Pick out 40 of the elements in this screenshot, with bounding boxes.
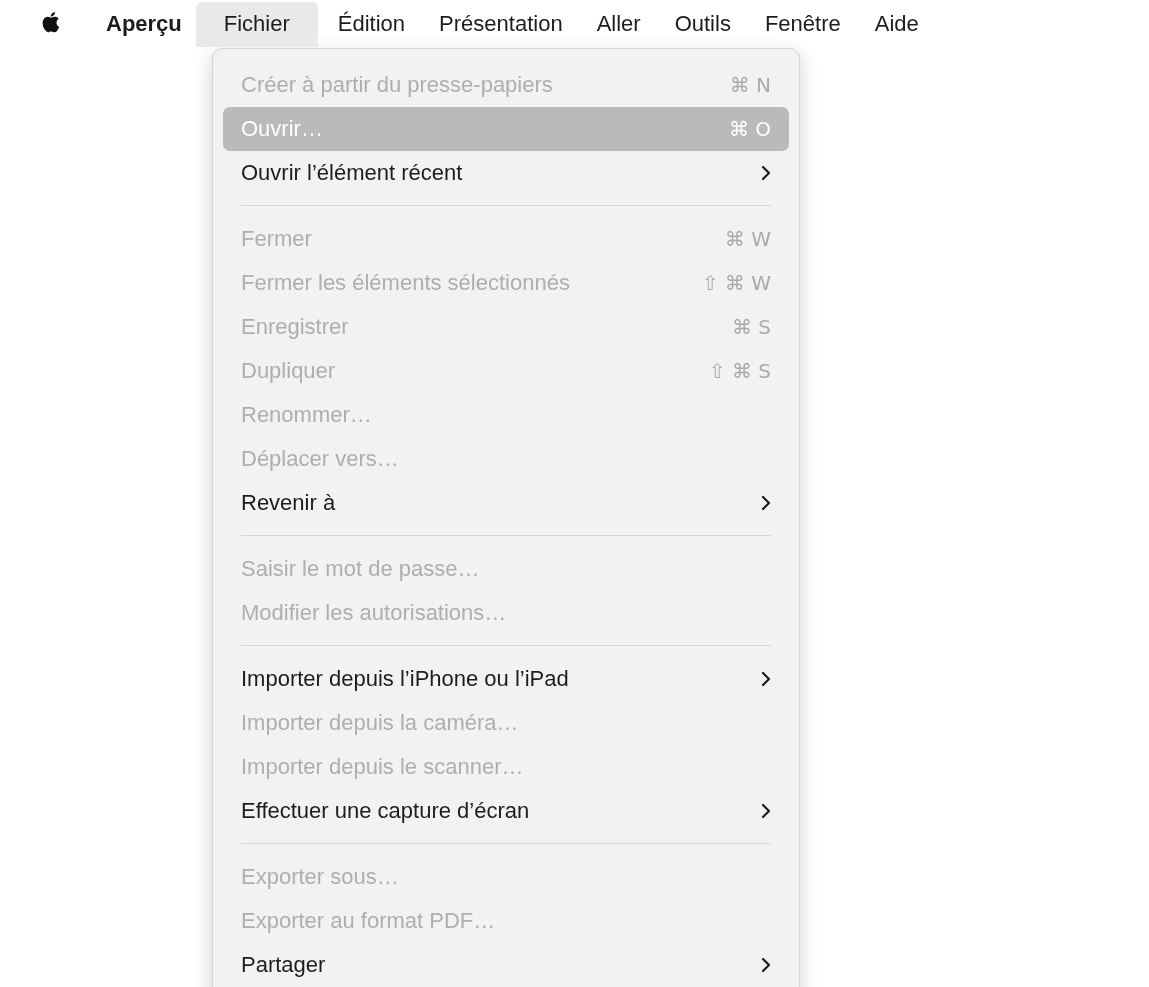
- menu-item-label: Enregistrer: [241, 314, 350, 340]
- menu-bar-item[interactable]: Fichier: [195, 1, 318, 47]
- menu-item[interactable]: Importer depuis l’iPhone ou l’iPad: [223, 657, 789, 701]
- keyboard-shortcut: ⌘ O: [728, 117, 771, 141]
- menu-item-label: Partager: [241, 952, 327, 978]
- menu-bar-item[interactable]: Outils: [660, 1, 745, 47]
- menu-bar-item[interactable]: Aller: [582, 1, 655, 47]
- menu-item-label: Importer depuis le scanner…: [241, 754, 525, 780]
- menu-item-label: Revenir à: [241, 490, 337, 516]
- menu-item-label: Dupliquer: [241, 358, 337, 384]
- keyboard-shortcut: ⇧ ⌘ S: [708, 359, 771, 383]
- menu-item[interactable]: Ouvrir l’élément récent: [223, 151, 789, 195]
- menu-bar-item[interactable]: Édition: [323, 1, 420, 47]
- menu-item-label: Créer à partir du presse-papiers: [241, 72, 554, 98]
- menu-item[interactable]: Partager: [223, 943, 789, 987]
- menu-item[interactable]: Effectuer une capture d’écran: [223, 789, 789, 833]
- menu-item-label: Effectuer une capture d’écran: [241, 798, 531, 824]
- keyboard-shortcut: ⇧ ⌘ W: [701, 271, 771, 295]
- menu-item-label: Importer depuis l’iPhone ou l’iPad: [241, 666, 570, 692]
- menu-item-label: Exporter au format PDF…: [241, 908, 497, 934]
- keyboard-shortcut: ⌘ S: [731, 315, 771, 339]
- menu-bar-item[interactable]: Fenêtre: [750, 1, 855, 47]
- menu-item-label: Ouvrir…: [241, 116, 324, 142]
- menu-item-label: Déplacer vers…: [241, 446, 400, 472]
- menu-item[interactable]: Revenir à: [223, 481, 789, 525]
- menu-item-label: Fermer: [241, 226, 313, 252]
- app-name[interactable]: Aperçu: [106, 11, 182, 37]
- menu-item-label: Renommer…: [241, 402, 373, 428]
- menu-item-label: Exporter sous…: [241, 864, 400, 890]
- menu-item-label: Importer depuis la caméra…: [241, 710, 520, 736]
- menu-item-label: Modifier les autorisations…: [241, 600, 508, 626]
- menu-bar-item[interactable]: Aide: [860, 1, 933, 47]
- keyboard-shortcut: ⌘ W: [724, 227, 771, 251]
- menu-item[interactable]: Ouvrir… ⌘ O: [223, 107, 789, 151]
- menu-item-label: Saisir le mot de passe…: [241, 556, 481, 582]
- apple-logo-icon[interactable]: [40, 10, 60, 34]
- menu-item-label: Fermer les éléments sélectionnés: [241, 270, 571, 296]
- menu-item-label: Ouvrir l’élément récent: [241, 160, 464, 186]
- keyboard-shortcut: ⌘ N: [729, 73, 771, 97]
- menu-bar-item[interactable]: Présentation: [425, 1, 577, 47]
